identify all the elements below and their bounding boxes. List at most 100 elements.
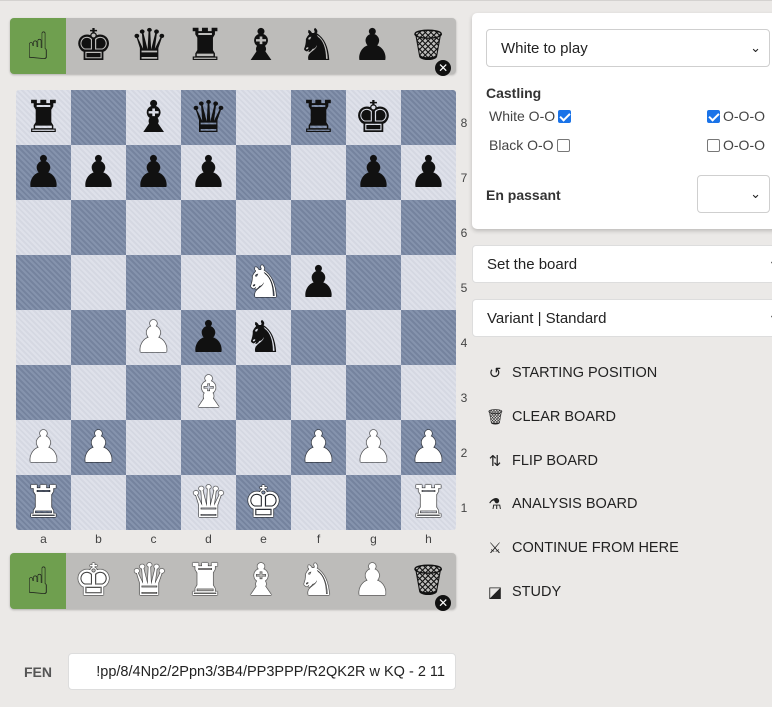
square-f3[interactable] <box>291 365 346 420</box>
black-pawn[interactable]: ♟ <box>189 310 228 365</box>
black-oo-option[interactable]: Black O-O <box>489 137 570 153</box>
square-c4[interactable]: ♟ <box>126 310 181 365</box>
square-g6[interactable] <box>346 200 401 255</box>
square-a5[interactable] <box>16 255 71 310</box>
square-h7[interactable]: ♟ <box>401 145 456 200</box>
square-e3[interactable] <box>236 365 291 420</box>
white-ooo-checkbox[interactable] <box>707 109 720 123</box>
square-b8[interactable] <box>71 90 126 145</box>
square-b6[interactable] <box>71 200 126 255</box>
black-oo-checkbox[interactable] <box>556 138 570 152</box>
white-pawn[interactable]: ♟ <box>79 420 118 475</box>
square-a1[interactable]: ♜ <box>16 475 71 530</box>
square-h8[interactable] <box>401 90 456 145</box>
flip-board-button[interactable]: ⇅ FLIP BOARD <box>486 450 598 472</box>
black-queen-spare[interactable]: ♛ <box>122 18 178 74</box>
black-pawn[interactable]: ♟ <box>354 145 393 200</box>
white-pawn[interactable]: ♟ <box>24 420 63 475</box>
square-h3[interactable] <box>401 365 456 420</box>
black-queen[interactable]: ♛ <box>189 90 228 145</box>
hand-icon[interactable]: ☝ <box>10 18 66 74</box>
square-c6[interactable] <box>126 200 181 255</box>
square-g4[interactable] <box>346 310 401 365</box>
square-g5[interactable] <box>346 255 401 310</box>
square-h1[interactable]: ♜ <box>401 475 456 530</box>
square-e6[interactable] <box>236 200 291 255</box>
turn-select[interactable]: White to play ⌄ <box>486 29 770 67</box>
square-c3[interactable] <box>126 365 181 420</box>
black-king-spare[interactable]: ♚ <box>66 18 122 74</box>
black-bishop-spare[interactable]: ♝ <box>233 18 289 74</box>
white-pawn[interactable]: ♟ <box>299 420 338 475</box>
study-button[interactable]: ◪ STUDY <box>486 581 561 603</box>
chess-board[interactable]: ♜ ♝ ♛ ♜ ♚ ♟ ♟ ♟ ♟ ♟ ♟ ♞ ♟ ♟ ♟ ♞ ♝ ♟ ♟ ♟ ♟ ♟ ♜ ♛ ♚ ♜ <box>16 90 456 530</box>
black-ooo-option[interactable]: O-O-O <box>707 137 765 153</box>
white-knight[interactable]: ♞ <box>244 255 283 310</box>
square-g2[interactable]: ♟ <box>346 420 401 475</box>
square-e4[interactable]: ♞ <box>236 310 291 365</box>
square-a4[interactable] <box>16 310 71 365</box>
black-knight-spare[interactable]: ♞ <box>289 18 345 74</box>
white-oo-option[interactable]: White O-O <box>489 108 572 124</box>
square-a8[interactable]: ♜ <box>16 90 71 145</box>
black-pawn[interactable]: ♟ <box>24 145 63 200</box>
square-b4[interactable] <box>71 310 126 365</box>
black-pawn[interactable]: ♟ <box>299 255 338 310</box>
starting-position-button[interactable]: ↺ STARTING POSITION <box>486 362 658 384</box>
white-oo-checkbox[interactable] <box>558 109 572 123</box>
white-queen[interactable]: ♛ <box>189 475 228 530</box>
white-bishop[interactable]: ♝ <box>189 365 228 420</box>
black-pawn[interactable]: ♟ <box>134 145 173 200</box>
black-pawn[interactable]: ♟ <box>189 145 228 200</box>
square-d7[interactable]: ♟ <box>181 145 236 200</box>
analysis-board-button[interactable]: ⚗ ANALYSIS BOARD <box>486 493 637 515</box>
square-e7[interactable] <box>236 145 291 200</box>
white-pawn[interactable]: ♟ <box>134 310 173 365</box>
trash-icon[interactable]: 🗑 ✕ <box>400 553 456 611</box>
white-rook[interactable]: ♜ <box>409 475 448 530</box>
black-rook-spare[interactable]: ♜ <box>177 18 233 74</box>
square-d1[interactable]: ♛ <box>181 475 236 530</box>
square-g7[interactable]: ♟ <box>346 145 401 200</box>
white-pawn[interactable]: ♟ <box>354 420 393 475</box>
variant-select[interactable]: Variant | Standard ▾ <box>472 299 772 337</box>
square-c8[interactable]: ♝ <box>126 90 181 145</box>
square-a7[interactable]: ♟ <box>16 145 71 200</box>
square-g3[interactable] <box>346 365 401 420</box>
square-c5[interactable] <box>126 255 181 310</box>
square-b5[interactable] <box>71 255 126 310</box>
square-f8[interactable]: ♜ <box>291 90 346 145</box>
black-pawn[interactable]: ♟ <box>409 145 448 200</box>
black-rook[interactable]: ♜ <box>299 90 338 145</box>
square-e1[interactable]: ♚ <box>236 475 291 530</box>
white-bishop-spare[interactable]: ♝ <box>233 553 289 609</box>
black-rook[interactable]: ♜ <box>24 90 63 145</box>
white-rook-spare[interactable]: ♜ <box>177 553 233 609</box>
square-a6[interactable] <box>16 200 71 255</box>
square-h4[interactable] <box>401 310 456 365</box>
square-h2[interactable]: ♟ <box>401 420 456 475</box>
square-e8[interactable] <box>236 90 291 145</box>
square-f7[interactable] <box>291 145 346 200</box>
square-g8[interactable]: ♚ <box>346 90 401 145</box>
square-e5[interactable]: ♞ <box>236 255 291 310</box>
square-h6[interactable] <box>401 200 456 255</box>
square-b1[interactable] <box>71 475 126 530</box>
fen-input[interactable]: !pp/8/4Np2/2Ppn3/3B4/PP3PPP/R2QK2R w KQ … <box>68 653 456 690</box>
trash-icon[interactable]: 🗑 ✕ <box>400 18 456 76</box>
square-d8[interactable]: ♛ <box>181 90 236 145</box>
square-e2[interactable] <box>236 420 291 475</box>
black-bishop[interactable]: ♝ <box>134 90 173 145</box>
square-h5[interactable] <box>401 255 456 310</box>
square-a3[interactable] <box>16 365 71 420</box>
white-pawn-spare[interactable]: ♟ <box>345 553 401 609</box>
square-c7[interactable]: ♟ <box>126 145 181 200</box>
continue-from-here-button[interactable]: ⚔ CONTINUE FROM HERE <box>486 537 678 559</box>
en-passant-select[interactable]: ⌄ <box>697 175 770 213</box>
white-ooo-option[interactable]: O-O-O <box>707 108 765 124</box>
black-king[interactable]: ♚ <box>354 90 393 145</box>
square-c2[interactable] <box>126 420 181 475</box>
square-f4[interactable] <box>291 310 346 365</box>
square-b2[interactable]: ♟ <box>71 420 126 475</box>
black-pawn[interactable]: ♟ <box>79 145 118 200</box>
